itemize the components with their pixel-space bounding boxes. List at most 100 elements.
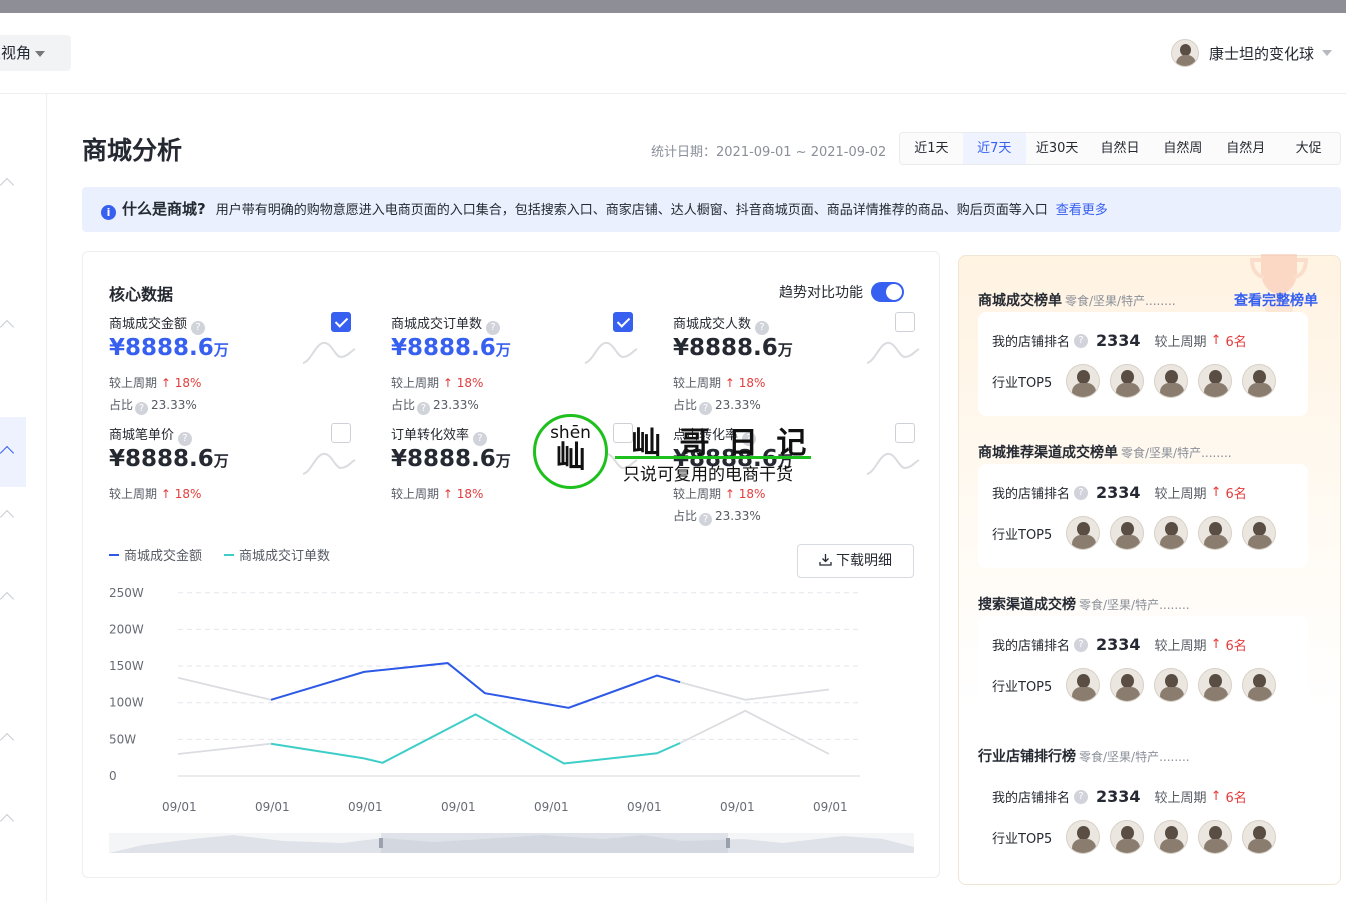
help-icon[interactable]: ? (191, 321, 206, 335)
username: 康士坦的变化球 (1208, 44, 1314, 63)
top-bar (0, 0, 1346, 13)
my-rank-row: 我的店铺排名? 2334 较上周期 ↑ 6名 (992, 483, 1247, 502)
tab-period[interactable]: 自然日 (1089, 133, 1152, 164)
notice-question: 什么是商城? (122, 200, 206, 218)
metric-compare: 较上周期 ↑ 18% (109, 374, 201, 391)
my-rank-row: 我的店铺排名? 2334 较上周期 ↑ 6名 (992, 787, 1247, 806)
metric-checkbox[interactable] (895, 423, 915, 443)
top5-label: 行业TOP5 (992, 679, 1053, 695)
avatar[interactable] (1066, 820, 1101, 854)
view-full-ranking-link[interactable]: 查看完整榜单 (1234, 290, 1318, 310)
avatar[interactable] (1242, 364, 1277, 398)
avatar[interactable] (1110, 364, 1145, 398)
avatar[interactable] (1154, 820, 1189, 854)
metric-value-unit: 万 (777, 341, 793, 359)
avatar[interactable] (1154, 668, 1189, 702)
ranking-title: 搜索渠道成交榜 零食/坚果/特产........ (978, 594, 1318, 614)
rank-change-value: 6名 (1225, 335, 1247, 350)
metric-label: 商城笔单价? (109, 424, 193, 446)
zoom-slider-window[interactable] (381, 833, 728, 853)
metric-compare-value: 18% (456, 376, 484, 390)
metric-value: ¥8888.6万 (391, 335, 511, 361)
avatar[interactable] (1066, 516, 1101, 550)
zoom-slider-handle[interactable] (726, 838, 730, 848)
zoom-slider-handle[interactable] (379, 838, 383, 848)
tab-period[interactable]: 近1天 (900, 133, 963, 164)
core-data-card: 核心数据 趋势对比功能 商城成交金额? ¥8888.6万 较上周期 ↑ 18% 占比?… (82, 251, 940, 878)
x-tick-label: 09/01 (813, 800, 848, 814)
top5-label: 行业TOP5 (992, 831, 1053, 847)
metric-label-text: 商城成交订单数 (391, 317, 483, 332)
sparkline-icon (302, 341, 356, 364)
help-icon[interactable]: ? (135, 402, 149, 415)
sidebar-item-active[interactable] (0, 417, 26, 487)
tab-period[interactable]: 近7天 (962, 133, 1026, 164)
help-icon[interactable]: ? (417, 402, 431, 415)
page-title: 商城分析 (82, 136, 183, 165)
help-icon[interactable]: ? (486, 321, 501, 335)
notice-text: 用户带有明确的购物意愿进入电商页面的入口集合，包括搜索入口、商家店铺、达人橱窗、… (215, 203, 1048, 218)
avatar[interactable] (1110, 516, 1145, 550)
rank-change-value: 6名 (1225, 639, 1247, 654)
ranking-category: 零食/坚果/特产........ (1079, 750, 1190, 764)
view-more-link[interactable]: 查看更多 (1056, 203, 1108, 218)
help-icon[interactable]: ? (473, 432, 488, 446)
metric-checkbox[interactable] (331, 312, 351, 332)
metric-card: 商城成交订单数? ¥8888.6万 较上周期 ↑ 18% 占比? 23.33% (391, 312, 638, 421)
avatar[interactable] (1154, 364, 1189, 398)
chevron-up-icon[interactable] (0, 591, 15, 607)
avatar[interactable] (1198, 364, 1233, 398)
tab-period[interactable]: 自然月 (1214, 133, 1277, 164)
download-detail-button[interactable]: 下载明细 (797, 544, 914, 578)
arrow-up-icon: ↑ (439, 376, 457, 390)
help-icon[interactable]: ? (1074, 485, 1089, 500)
compare-line (679, 681, 830, 701)
avatar[interactable] (1066, 668, 1101, 702)
tab-period[interactable]: 大促 (1277, 133, 1340, 164)
top5-avatars (1056, 364, 1277, 398)
avatar[interactable] (1198, 668, 1233, 702)
caret-down-icon (1322, 50, 1332, 56)
help-icon[interactable]: ? (755, 321, 770, 335)
help-icon[interactable]: ? (1074, 789, 1089, 804)
metric-checkbox[interactable] (331, 423, 351, 443)
help-icon[interactable]: ? (178, 432, 193, 446)
metric-value: ¥8888.6万 (673, 335, 793, 361)
my-rank-value: 2334 (1096, 331, 1141, 350)
avatar[interactable] (1198, 820, 1233, 854)
x-tick-label: 09/01 (720, 800, 755, 814)
chevron-up-icon[interactable] (0, 177, 15, 193)
rank-compare-label: 较上周期 (1154, 791, 1207, 806)
avatar[interactable] (1110, 820, 1145, 854)
avatar[interactable] (1154, 516, 1189, 550)
help-icon[interactable]: ? (699, 513, 713, 526)
metric-checkbox[interactable] (895, 312, 915, 332)
avatar[interactable] (1242, 516, 1277, 550)
user-menu[interactable]: 康士坦的变化球 (1170, 37, 1332, 69)
legend-item[interactable]: 商城成交金额 (109, 545, 202, 564)
sparkline-icon (584, 341, 638, 364)
avatar[interactable] (1066, 364, 1101, 398)
metric-checkbox[interactable] (613, 312, 633, 332)
avatar[interactable] (1242, 668, 1277, 702)
top5-row: 行业TOP5 (992, 820, 1277, 854)
avatar[interactable] (1110, 668, 1145, 702)
compare-line (177, 742, 272, 755)
avatar[interactable] (1242, 820, 1277, 854)
tab-period[interactable]: 近30天 (1026, 133, 1089, 164)
metric-card: 商城成交人数? ¥8888.6万 较上周期 ↑ 18% 占比? 23.33% (673, 312, 920, 421)
chevron-up-icon[interactable] (0, 509, 15, 525)
view-selector[interactable]: 家视角 (0, 35, 71, 71)
chevron-up-icon[interactable] (0, 319, 15, 335)
help-icon[interactable]: ? (1074, 637, 1089, 652)
chevron-up-icon[interactable] (0, 813, 15, 829)
avatar[interactable] (1198, 516, 1233, 550)
trend-compare-toggle[interactable] (871, 282, 904, 302)
metric-value-unit: 万 (495, 341, 511, 359)
trend-compare-label: 趋势对比功能 (779, 285, 863, 301)
help-icon[interactable]: ? (1074, 333, 1089, 348)
chevron-up-icon (0, 445, 15, 461)
chevron-up-icon[interactable] (0, 732, 15, 748)
legend-item[interactable]: 商城成交订单数 (224, 545, 330, 564)
tab-period[interactable]: 自然周 (1151, 133, 1214, 164)
